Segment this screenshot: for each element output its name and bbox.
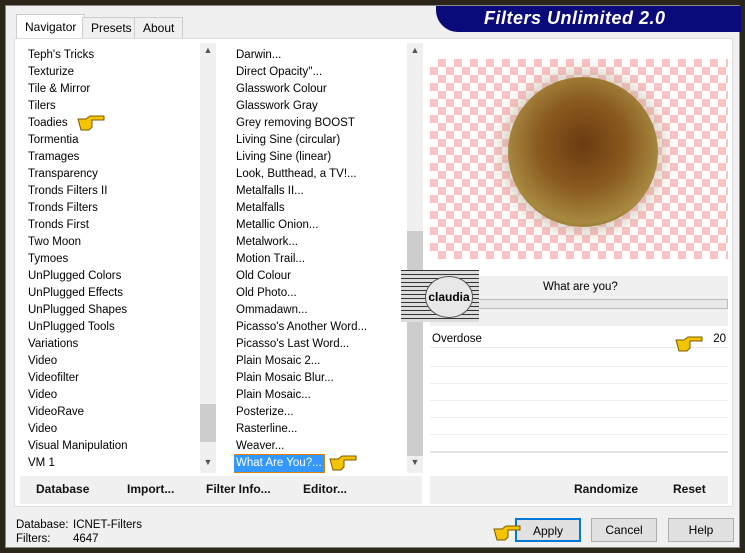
list-item[interactable]: Tronds Filters <box>26 200 98 217</box>
scroll-thumb[interactable] <box>200 404 216 442</box>
list-item[interactable]: Living Sine (circular) <box>234 132 340 149</box>
database-value: ICNET-Filters <box>73 519 142 531</box>
database-button[interactable]: Database <box>36 482 89 496</box>
list-item[interactable]: Weaver... <box>234 438 284 455</box>
list-item[interactable]: Tormentia <box>26 132 79 149</box>
list-item[interactable]: Direct Opacity''... <box>234 64 322 81</box>
list-item[interactable]: UnPlugged Colors <box>26 268 121 285</box>
list-item[interactable]: Picasso's Last Word... <box>234 336 349 353</box>
watermark-text: claudia <box>425 276 473 318</box>
filters-count: 4647 <box>73 533 99 545</box>
list-item[interactable]: Picasso's Another Word... <box>234 319 367 336</box>
editor-button[interactable]: Editor... <box>303 482 347 496</box>
category-scrollbar[interactable]: ▲ ▼ <box>200 43 216 473</box>
list-item[interactable]: Video <box>26 353 57 370</box>
pointing-hand-icon <box>674 336 704 352</box>
tab-presets[interactable]: Presets <box>82 17 141 38</box>
list-item[interactable]: Video <box>26 421 57 438</box>
database-label: Database: <box>16 519 69 531</box>
list-item[interactable]: Old Colour <box>234 268 291 285</box>
list-item[interactable]: Variations <box>26 336 78 353</box>
list-item[interactable]: UnPlugged Shapes <box>26 302 127 319</box>
filter-info-button[interactable]: Filter Info... <box>206 482 271 496</box>
filter-scrollbar[interactable]: ▲ ▼ <box>407 43 423 473</box>
filters-label: Filters: <box>16 533 51 545</box>
pointing-hand-icon <box>492 525 522 541</box>
list-item[interactable]: Glasswork Gray <box>234 98 318 115</box>
list-item[interactable]: VM 1 <box>26 455 55 472</box>
filter-name-bar <box>470 299 728 309</box>
preview-image <box>430 59 728 259</box>
list-item[interactable]: Metalfalls <box>234 200 285 217</box>
param-value[interactable]: 20 <box>713 333 726 345</box>
list-item[interactable]: Metalwork... <box>234 234 298 251</box>
list-item[interactable]: Visual Manipulation <box>26 438 128 455</box>
tab-navigator[interactable]: Navigator <box>16 14 86 39</box>
list-item[interactable]: Plain Mosaic... <box>234 387 311 404</box>
scroll-up-icon[interactable]: ▲ <box>407 45 423 55</box>
preview-sphere <box>508 77 658 227</box>
scroll-down-icon[interactable]: ▼ <box>407 457 423 467</box>
list-item[interactable]: Glasswork Colour <box>234 81 327 98</box>
list-item[interactable]: UnPlugged Tools <box>26 319 115 336</box>
list-item[interactable]: Tronds Filters II <box>26 183 107 200</box>
list-item[interactable]: Posterize... <box>234 404 294 421</box>
list-item[interactable]: Metallic Onion... <box>234 217 318 234</box>
list-item[interactable]: VideoRave <box>26 404 84 421</box>
list-item[interactable]: Tymoes <box>26 251 68 268</box>
import-button[interactable]: Import... <box>127 482 174 496</box>
list-item[interactable]: Plain Mosaic Blur... <box>234 370 334 387</box>
category-list[interactable]: Teph's Tricks Texturize Tile & Mirror Tiler… <box>26 43 202 473</box>
list-item[interactable]: Videofilter <box>26 370 79 387</box>
param-label: Overdose <box>432 333 482 345</box>
list-item[interactable]: Tramages <box>26 149 79 166</box>
list-item[interactable]: Rasterline... <box>234 421 297 438</box>
scroll-down-icon[interactable]: ▼ <box>200 457 216 467</box>
list-item[interactable]: Texturize <box>26 64 74 81</box>
navigator-toolbar: Database Import... Filter Info... Editor… <box>20 476 422 504</box>
list-item[interactable]: Ommadawn... <box>234 302 308 319</box>
tab-about[interactable]: About <box>134 17 184 38</box>
pointing-hand-icon <box>76 115 106 131</box>
filter-name: What are you? <box>543 281 618 293</box>
list-item[interactable]: Toadies <box>26 115 68 132</box>
randomize-button[interactable]: Randomize <box>574 482 638 496</box>
list-item[interactable]: Transparency <box>26 166 98 183</box>
pointing-hand-icon <box>328 455 358 471</box>
list-item[interactable]: Tilers <box>26 98 56 115</box>
scroll-up-icon[interactable]: ▲ <box>200 45 216 55</box>
apply-button[interactable]: Apply <box>515 518 581 542</box>
app-title-banner: Filters Unlimited 2.0 <box>436 6 741 32</box>
list-item[interactable]: Video <box>26 387 57 404</box>
list-item[interactable]: Tronds First <box>26 217 89 234</box>
list-item[interactable]: What Are You?... <box>234 454 325 473</box>
list-item[interactable]: Look, Butthead, a TV!... <box>234 166 357 183</box>
list-item[interactable]: Motion Trail... <box>234 251 305 268</box>
list-item[interactable]: Plain Mosaic 2... <box>234 353 320 370</box>
status-info: Database: ICNET-Filters Filters: 4647 <box>16 518 142 546</box>
list-item[interactable]: Living Sine (linear) <box>234 149 331 166</box>
help-button[interactable]: Help <box>668 518 734 542</box>
list-item[interactable]: Teph's Tricks <box>26 47 94 64</box>
cancel-button[interactable]: Cancel <box>591 518 657 542</box>
list-item[interactable]: Grey removing BOOST <box>234 115 355 132</box>
filters-unlimited-window: Filters Unlimited 2.0 Navigator Presets … <box>5 5 741 548</box>
list-item[interactable]: Darwin... <box>234 47 281 64</box>
scroll-thumb[interactable] <box>407 231 423 456</box>
list-item[interactable]: Metalfalls II... <box>234 183 304 200</box>
watermark-logo: claudia <box>401 270 479 322</box>
list-item[interactable]: UnPlugged Effects <box>26 285 123 302</box>
list-item[interactable]: Tile & Mirror <box>26 81 90 98</box>
list-item[interactable]: Old Photo... <box>234 285 297 302</box>
filter-list[interactable]: Darwin... Direct Opacity''... Glasswork Co… <box>234 43 406 473</box>
list-item[interactable]: Two Moon <box>26 234 81 251</box>
param-toolbar: Randomize Reset <box>430 476 728 504</box>
reset-button[interactable]: Reset <box>673 482 706 496</box>
